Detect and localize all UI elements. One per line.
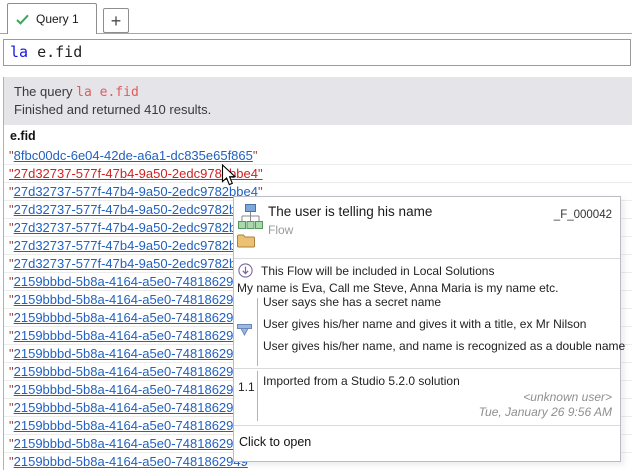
flow-tooltip[interactable]: The user is telling his name Flow _F_000… [233,196,621,462]
tooltip-divider [234,425,620,426]
result-row[interactable]: "27d32737-577f-47b4-9a50-2edc9782bbe4" [4,165,632,183]
status-panel: The query la e.fid Finished and returned… [4,77,632,125]
app-window: Query 1 + la e.fid The query la e.fid Fi… [0,0,632,470]
trigger-item: User says she has a secret name [263,291,625,313]
down-arrow-icon [237,323,253,340]
trigger-item: User gives his/her name, and name is rec… [263,335,625,357]
tooltip-object-id: _F_000042 [554,209,612,221]
trigger-list: User says she has a secret nameUser give… [263,291,625,357]
tooltip-divider [234,258,620,259]
folder-icon [237,233,255,251]
modified-by: <unknown user> [523,390,612,404]
check-icon [16,14,29,25]
status-result-count: Finished and returned 410 results. [14,101,632,119]
version-block-rule [257,371,258,421]
query-keyword: la [10,43,28,61]
query-expression: e.fid [28,43,82,61]
tab-label: Query 1 [36,12,79,26]
add-tab-button[interactable]: + [103,8,129,33]
trigger-item: User gives his/her name and gives it wit… [263,313,625,335]
circle-down-arrow-icon [238,263,253,278]
version-note: Imported from a Studio 5.2.0 solution [263,374,460,388]
query-editor-input[interactable]: la e.fid [3,39,631,66]
tab-query-1[interactable]: Query 1 [7,3,97,34]
trigger-block-rule [257,298,258,366]
plus-icon: + [111,12,122,30]
click-to-open-hint: Click to open [239,435,311,449]
modified-timestamp: Tue, January 26 9:56 AM [479,405,612,419]
tooltip-divider [234,368,620,369]
tooltip-title: The user is telling his name [268,204,432,219]
status-query-echo: la e.fid [76,85,139,100]
tooltip-type-label: Flow [268,223,293,237]
status-prefix: The query [14,84,76,99]
mouse-arrow-cursor [221,164,238,192]
flow-hierarchy-icon [238,204,263,232]
results-column-header: e.fid [10,129,36,143]
version-number: 1.1 [238,380,255,394]
result-row[interactable]: "8fbc00dc-6e04-42de-a6a1-dc835e65f865" [4,147,632,165]
tooltip-include-note: This Flow will be included in Local Solu… [261,264,494,278]
